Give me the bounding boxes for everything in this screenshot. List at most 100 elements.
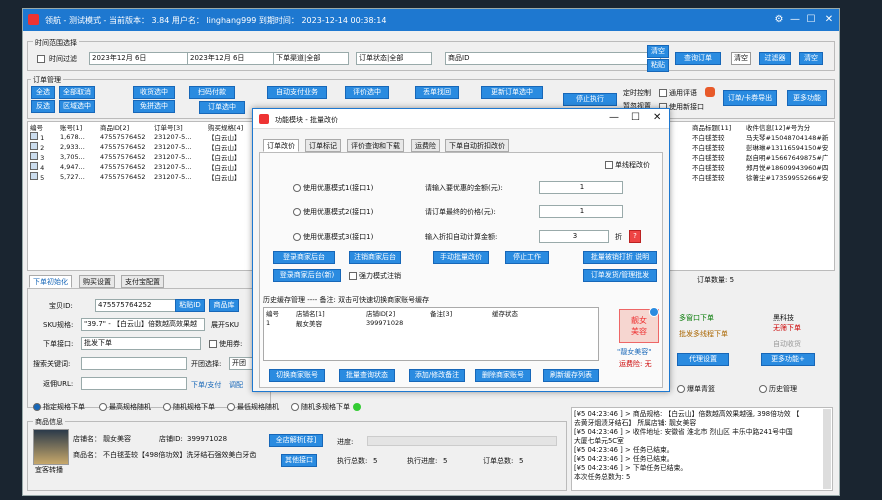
refresh-cache-button[interactable]: 刷新缓存列表: [543, 369, 599, 382]
log-panel[interactable]: [¥5 04:23:46 ] > 商品规格: 【白云山】倍数越高效果越强, 39…: [571, 407, 833, 491]
product-id-input[interactable]: 商品ID: [445, 52, 661, 65]
dialog-minimize-button[interactable]: —: [609, 112, 619, 123]
dialog-maximize-button[interactable]: ☐: [631, 112, 640, 123]
hist-col-header[interactable]: 店铺ID[2]: [364, 308, 428, 318]
table-row-right[interactable]: 不白毬荃较 马夫琴#15048704148#新: [690, 132, 834, 142]
log-scrollbar[interactable]: [823, 409, 831, 489]
dialog-tab-mark[interactable]: 订单标记: [305, 139, 341, 152]
more-functions-plus-button[interactable]: 更多功能+: [761, 353, 815, 366]
table-row-right[interactable]: 不白毬荃较 徐著尘#17359955266#安: [690, 172, 834, 182]
manual-price-button[interactable]: 手动批量改价: [433, 251, 489, 264]
col-header[interactable]: 账号[1]: [58, 122, 98, 132]
dialog-close-button[interactable]: ✕: [653, 112, 661, 123]
add-note-button[interactable]: 添加/修改备注: [409, 369, 465, 382]
table-row-right[interactable]: 不白毬荃较 赵自明#15667649875#广: [690, 152, 834, 162]
settings-icon[interactable]: ⚙: [771, 12, 787, 28]
general-eval-checkbox[interactable]: [659, 89, 667, 97]
batch-multi-label[interactable]: 批发多线程下单: [679, 329, 728, 339]
tab-order-init[interactable]: 下单初始化: [29, 275, 72, 288]
instagram-icon[interactable]: [705, 87, 715, 97]
product-store-button[interactable]: 商品库: [209, 299, 239, 312]
login-store-new-button[interactable]: 登录商家后台(新): [273, 269, 341, 282]
delete-account-button[interactable]: 删除商家账号: [475, 369, 531, 382]
batch-discount-button[interactable]: 批量被销打折 说明: [583, 251, 657, 264]
hist-orders-radio[interactable]: [677, 385, 685, 393]
receive-button[interactable]: 收货选中: [133, 86, 175, 99]
evaluate-button[interactable]: 评价选中: [345, 86, 389, 99]
product-id-field[interactable]: 475575764252: [95, 299, 177, 312]
tab-purchase-settings[interactable]: 购买设置: [79, 275, 115, 288]
more-functions-button[interactable]: 更多功能: [787, 90, 827, 106]
radio-random-multi[interactable]: [291, 403, 299, 411]
radio-highest-random[interactable]: [99, 403, 107, 411]
clear-button-3[interactable]: 清空: [799, 52, 823, 65]
avatar-edit-icon[interactable]: [649, 307, 659, 317]
order-ship-mgmt-button[interactable]: 订单发货/管理批发: [583, 269, 657, 282]
clear-button-2[interactable]: 清空: [731, 52, 751, 65]
paste-button[interactable]: 粘贴: [647, 59, 669, 72]
filter-button[interactable]: 过滤器: [759, 52, 791, 65]
dialog-tab-shipping[interactable]: 运费险: [411, 139, 440, 152]
dialog-tab-auto-discount[interactable]: 下单自动折扣改价: [445, 139, 509, 152]
hist-col-header[interactable]: 备注[3]: [428, 308, 490, 318]
update-order-button[interactable]: 更新订单选中: [481, 86, 543, 99]
col-header[interactable]: 购买规格[4]: [206, 122, 256, 132]
radio-spec-order[interactable]: [33, 403, 41, 411]
stop-exec-button[interactable]: 停止执行: [563, 93, 617, 106]
stop-work-button[interactable]: 停止工作: [505, 251, 549, 264]
table-row-right[interactable]: 不白毬荃较 彭琳琳#13116594150#安: [690, 142, 834, 152]
agent-settings-button[interactable]: 代理设置: [677, 353, 729, 366]
blacklist-label[interactable]: 黑科技: [773, 313, 794, 323]
hist-col-header[interactable]: 编号: [264, 308, 294, 318]
range-select-button[interactable]: 区域选中: [59, 100, 95, 113]
logout-store-button[interactable]: 注销商家后台: [349, 251, 401, 264]
login-store-button[interactable]: 登录商家后台: [273, 251, 335, 264]
maximize-button[interactable]: ☐: [803, 12, 819, 28]
final-input[interactable]: 1: [539, 205, 623, 218]
table-row[interactable]: 1 1,678... 47557576452 231207-5... 【白云山】: [28, 132, 256, 142]
scan-pay-button[interactable]: 扫码付款: [189, 86, 235, 99]
col-header[interactable]: 商品标题[11]: [690, 122, 744, 132]
radio-random-spec[interactable]: [163, 403, 171, 411]
opt2-radio[interactable]: [293, 208, 301, 216]
cancel-all-button[interactable]: 全部取消: [59, 86, 95, 99]
opt3-radio[interactable]: [293, 233, 301, 241]
tab-alipay-config[interactable]: 支付宝配置: [121, 275, 164, 288]
dialog-tab-eval[interactable]: 评价查询和下载: [347, 139, 404, 152]
col-header[interactable]: 商品ID[2]: [98, 122, 152, 132]
date-from[interactable]: 2023年12月 6日: [89, 52, 195, 65]
help-button[interactable]: ?: [629, 230, 641, 243]
table-row[interactable]: 4 4,947... 47557576452 231207-5... 【白云山】: [28, 162, 256, 172]
switch-account-button[interactable]: 切换商家账号: [269, 369, 325, 382]
api-select[interactable]: 批发下单: [81, 337, 201, 350]
hist-row[interactable]: 1 靓女美容 399971028: [264, 318, 550, 328]
batch-query-status-button[interactable]: 批量查询状态: [339, 369, 395, 382]
delete-recover-button[interactable]: 丢单找回: [415, 86, 459, 99]
clear-button[interactable]: 清空: [647, 45, 669, 58]
dialog-tab-price[interactable]: 订单改价: [263, 139, 299, 152]
paste-id-button[interactable]: 粘贴ID: [175, 299, 205, 312]
no-stock-label[interactable]: 无筛下单: [773, 323, 801, 333]
status-select[interactable]: 订单状态|全部: [356, 52, 432, 65]
radio-lowest-random[interactable]: [227, 403, 235, 411]
col-header[interactable]: 订单号[3]: [152, 122, 206, 132]
parse-store-button[interactable]: 全店解析[荐]: [269, 434, 323, 447]
disc-input[interactable]: 3: [539, 230, 609, 243]
channel-select[interactable]: 下单渠道|全部: [273, 52, 349, 65]
single-line-checkbox[interactable]: [605, 161, 613, 169]
multi-window-label[interactable]: 多窗口下单: [679, 313, 714, 323]
return-url-input[interactable]: [81, 377, 187, 390]
invert-button[interactable]: 反选: [31, 100, 55, 113]
use-coupon-checkbox[interactable]: [209, 340, 217, 348]
close-button[interactable]: ✕: [821, 12, 837, 28]
ring-label[interactable]: 调配: [229, 380, 243, 390]
table-row[interactable]: 3 3,705... 47557576452 231207-5... 【白云山】: [28, 152, 256, 162]
amt-input[interactable]: 1: [539, 181, 623, 194]
col-header[interactable]: 编号: [28, 122, 58, 132]
auto-recv-label[interactable]: 自动收货: [773, 339, 801, 349]
sku-select[interactable]: "39.7" - 【白云山】倍数越高效果越: [81, 318, 205, 331]
opt1-radio[interactable]: [293, 184, 301, 192]
force-cancel-checkbox[interactable]: [349, 272, 357, 280]
free-receive-button[interactable]: 免拼选中: [133, 100, 175, 113]
export-button[interactable]: 订单/卡券导出: [723, 90, 777, 106]
